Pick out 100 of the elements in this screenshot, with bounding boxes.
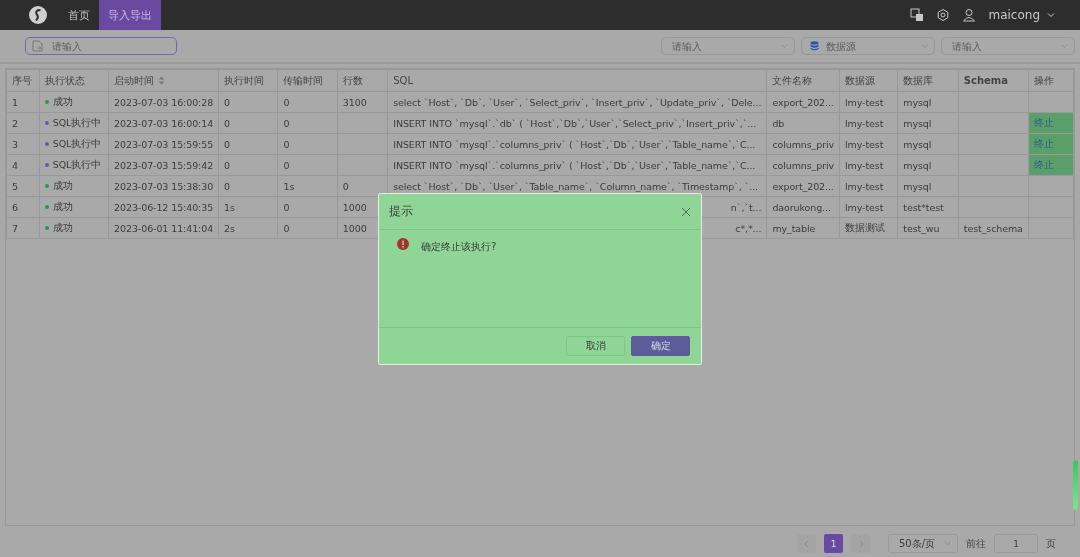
table-cell: 3	[12, 138, 18, 150]
column-header: Schema	[963, 75, 1008, 86]
select-field[interactable]: 请输入	[941, 37, 1075, 55]
table-cell: 0	[283, 159, 290, 171]
table-cell: 0	[283, 96, 290, 108]
table-cell: mysql	[903, 96, 932, 108]
warning-icon	[397, 238, 409, 250]
column-header: 执行时间	[224, 74, 265, 86]
select-field[interactable]: 请输入	[661, 37, 795, 55]
cancel-button[interactable]: 取消	[566, 336, 625, 356]
table-cell: lmy-test	[845, 159, 884, 171]
table-cell: 0	[224, 180, 231, 192]
page-button[interactable]: 1	[824, 534, 843, 553]
table-cell: 6	[12, 201, 18, 213]
table-cell: 1000	[342, 222, 367, 234]
page-size-select[interactable]: 50条/页	[888, 534, 958, 553]
table-cell: INSERT INTO `mysql`.`columns_priv` ( `Host`,`Db`,`User`,`Table_name`,`C...	[393, 159, 756, 171]
table-cell: select `Host`, `Db`, `User`, `Select_priv`, `Insert_priv`, `Update_priv`, `Dele...	[393, 96, 762, 108]
table-cell: 1	[12, 96, 18, 108]
chevron-down-icon	[920, 41, 929, 51]
column-header: 行数	[342, 74, 363, 86]
user-icon[interactable]	[962, 8, 977, 22]
column-header: 数据库	[903, 74, 934, 86]
table-cell: my_table	[772, 222, 816, 234]
table-cell: mysql	[903, 180, 932, 192]
table-cell: 7	[12, 222, 18, 234]
table-cell: 数据测试	[845, 221, 885, 233]
table-cell: c*,*...	[735, 222, 762, 234]
nav-tab[interactable]: 导入导出	[99, 0, 161, 30]
table-cell: INSERT INTO `mysql`.`columns_priv` ( `Host`,`Db`,`User`,`Table_name`,`C...	[393, 138, 756, 150]
column-header: 操作	[1033, 74, 1054, 86]
status-text: SQL执行中	[52, 137, 101, 149]
dialog-title: 提示	[389, 203, 413, 220]
table-cell: n`,`t...	[730, 201, 762, 213]
status-text: 成功	[52, 221, 73, 233]
table-cell: 2023-07-03 16:00:14	[114, 117, 214, 129]
table-cell: export_202...	[772, 180, 834, 192]
table-cell: 0	[283, 222, 290, 234]
close-icon[interactable]	[681, 206, 691, 217]
table-cell: lmy-test	[845, 117, 884, 129]
logo-icon[interactable]	[29, 6, 47, 24]
table-cell: 1000	[342, 201, 367, 213]
translate-icon[interactable]	[910, 8, 925, 22]
table-cell: columns_priv	[772, 138, 835, 150]
column-header: 序号	[12, 74, 32, 86]
status-text: SQL执行中	[52, 116, 101, 128]
chevron-left-icon	[802, 539, 811, 548]
status-text: SQL执行中	[52, 158, 101, 170]
table-cell: 2	[12, 117, 18, 129]
table-cell: db	[772, 117, 785, 129]
table-cell: lmy-test	[845, 138, 884, 150]
table-cell: lmy-test	[845, 96, 884, 108]
settings-icon[interactable]	[936, 8, 951, 22]
table-cell: 4	[12, 159, 18, 171]
chevron-down-icon	[1046, 10, 1056, 20]
table-cell: lmy-test	[845, 201, 884, 213]
table-cell: 0	[224, 159, 231, 171]
column-header: SQL	[393, 75, 413, 86]
page-unit: 页	[1046, 536, 1056, 551]
table-cell: 0	[283, 201, 290, 213]
sort-icon[interactable]	[158, 76, 166, 85]
table-cell: test_schema	[963, 222, 1023, 234]
table-cell: 0	[224, 138, 231, 150]
table-cell: test*test	[903, 201, 944, 213]
table-cell: mysql	[903, 159, 932, 171]
file-icon	[32, 40, 43, 52]
nav-tab[interactable]: 首页	[59, 0, 99, 30]
table-cell: 2s	[224, 222, 235, 234]
scroll-thumb[interactable]	[1073, 460, 1078, 510]
table-cell: 1s	[283, 180, 295, 192]
file-search-field[interactable]: 请输入	[25, 37, 177, 55]
table-cell: mysql	[903, 138, 932, 150]
table-cell: 0	[224, 117, 231, 129]
table-cell: columns_priv	[772, 159, 835, 171]
table-cell: 0	[283, 138, 290, 150]
table-cell: 5	[12, 180, 18, 192]
table-cell: 2023-07-03 15:59:55	[114, 138, 214, 150]
table-cell: 2023-07-03 16:00:28	[114, 96, 214, 108]
column-header: 执行状态	[44, 74, 85, 86]
status-text: 成功	[52, 95, 73, 107]
confirm-button[interactable]: 确定	[631, 336, 690, 356]
table-cell: 0	[283, 117, 290, 129]
table-cell: 3100	[342, 96, 367, 108]
status-text: 成功	[52, 179, 73, 191]
table-cell: test_wu	[903, 222, 940, 234]
column-header: 传输时间	[283, 74, 324, 86]
chevron-down-icon	[1060, 41, 1069, 51]
user-name[interactable]: maicong	[988, 8, 1040, 22]
dialog-message: 确定终止该执行?	[421, 240, 497, 254]
chevron-down-icon	[943, 539, 952, 548]
table-cell: 0	[224, 96, 231, 108]
select-field[interactable]: 数据源	[801, 37, 935, 55]
table-cell: 1s	[224, 201, 235, 213]
database-icon	[810, 41, 819, 51]
table-cell: 2023-06-01 11:41:04	[114, 222, 214, 234]
page-input[interactable]: 1	[994, 534, 1038, 553]
table-cell: 2023-07-03 15:59:42	[114, 159, 214, 171]
table-cell: 2023-07-03 15:38:30	[114, 180, 214, 192]
goto-label: 前往	[966, 536, 986, 551]
table-cell: INSERT INTO `mysql`.`db` ( `Host`,`Db`,`User`,`Select_priv`,`Insert_priv`,`...	[393, 117, 757, 129]
